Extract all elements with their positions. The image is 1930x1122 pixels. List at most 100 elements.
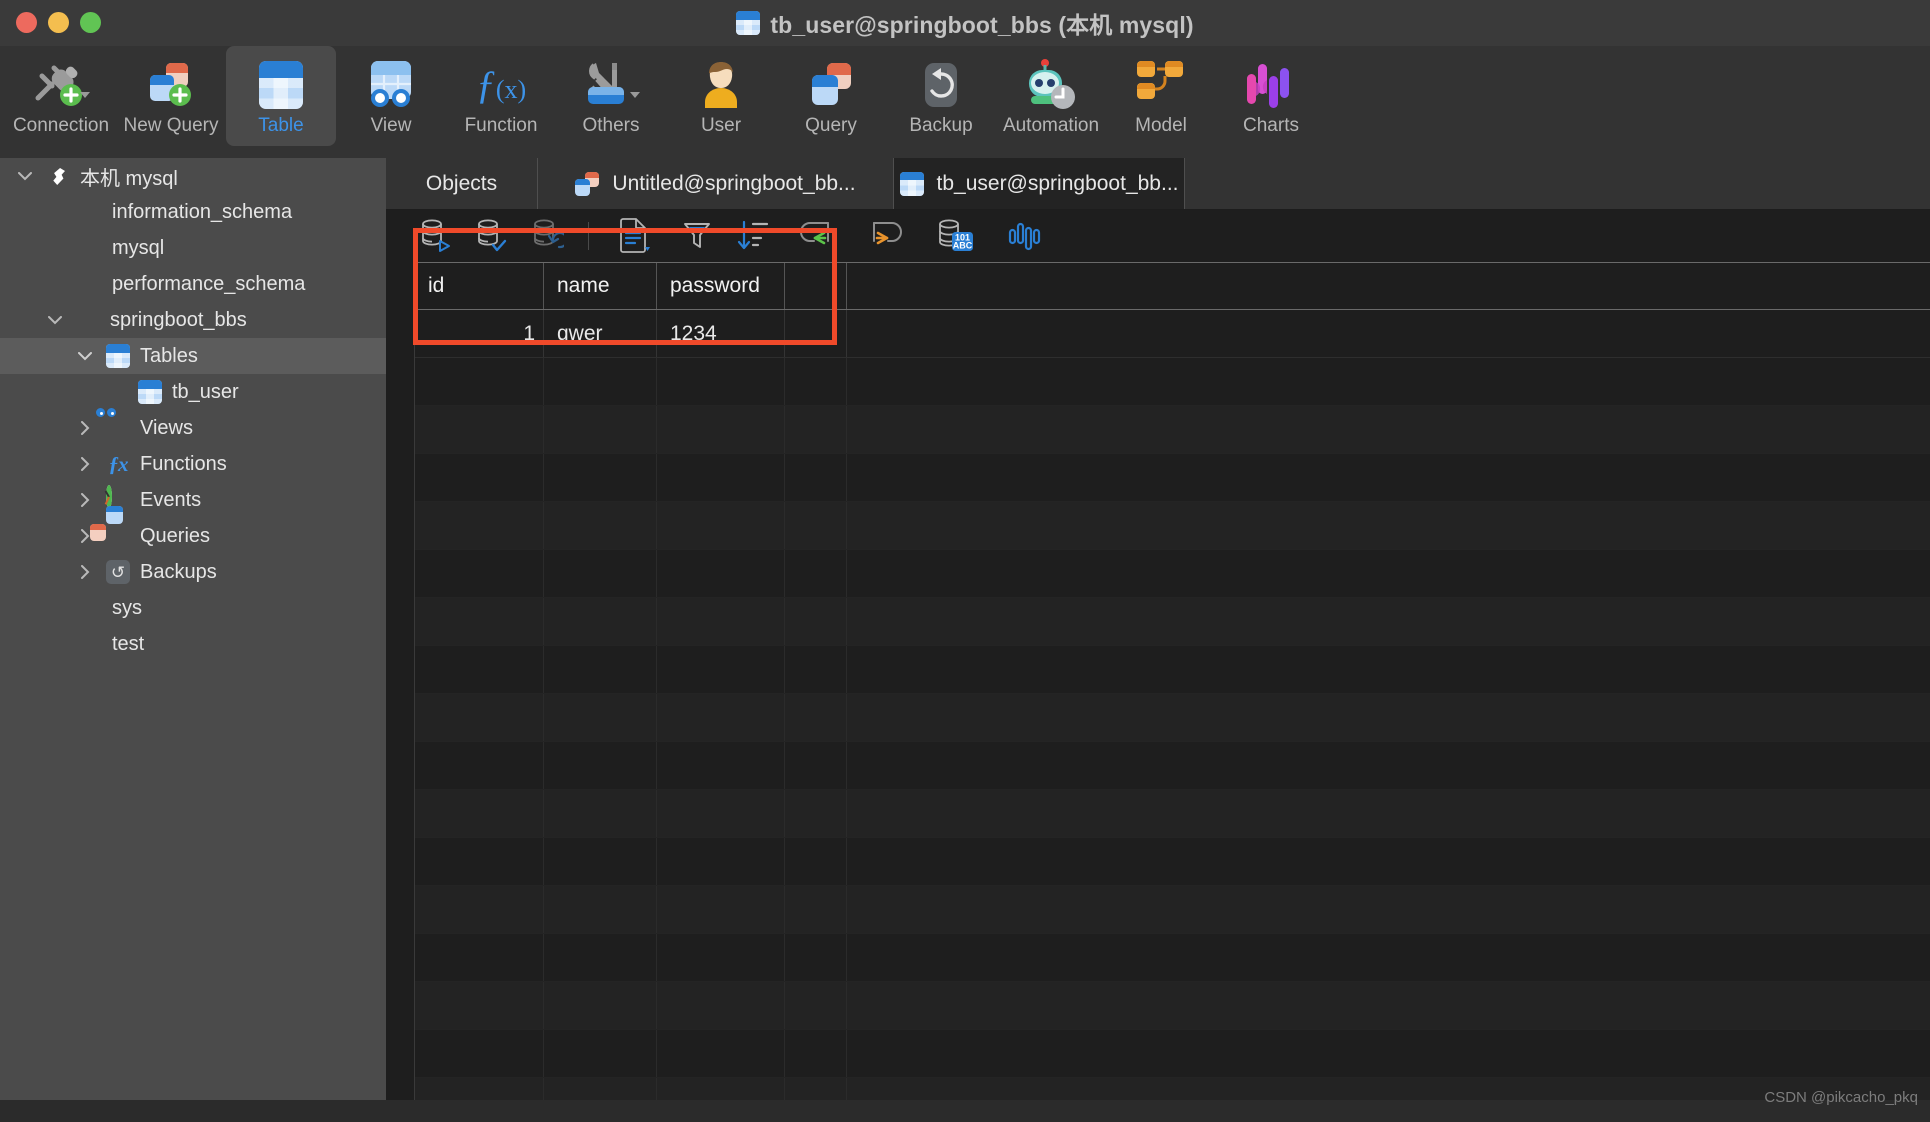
empty-cell[interactable]	[657, 1030, 785, 1077]
cell-password[interactable]: 1234	[657, 310, 785, 357]
empty-cell[interactable]	[785, 790, 847, 837]
empty-cell[interactable]	[657, 454, 785, 501]
empty-cell[interactable]	[415, 1078, 544, 1100]
toolbar-item-connection[interactable]: Connection	[6, 46, 116, 146]
chevron-right-icon[interactable]	[74, 453, 96, 475]
chevron-right-icon[interactable]	[74, 417, 96, 439]
cell-id[interactable]: 1	[415, 310, 544, 357]
empty-cell[interactable]	[544, 502, 657, 549]
toolbar-item-others[interactable]: Others	[556, 46, 666, 146]
empty-cell[interactable]	[415, 550, 544, 597]
empty-table-row[interactable]	[415, 598, 1930, 646]
tab-tb-user[interactable]: tb_user@springboot_bb...	[894, 158, 1185, 209]
column-header-password[interactable]: password	[657, 263, 785, 309]
sidebar-item-backups[interactable]: ↺ Backups	[0, 554, 386, 590]
sort-button[interactable]	[725, 214, 781, 258]
empty-cell[interactable]	[544, 1078, 657, 1100]
empty-cell[interactable]	[415, 982, 544, 1029]
empty-cell[interactable]	[785, 502, 847, 549]
rollback-button[interactable]	[520, 214, 576, 258]
empty-cell[interactable]	[415, 358, 544, 405]
zoom-button[interactable]	[80, 12, 101, 33]
empty-table-row[interactable]	[415, 694, 1930, 742]
empty-cell[interactable]	[785, 838, 847, 885]
empty-cell[interactable]	[657, 790, 785, 837]
empty-table-row[interactable]	[415, 502, 1930, 550]
empty-cell[interactable]	[657, 886, 785, 933]
empty-cell[interactable]	[657, 742, 785, 789]
sidebar-item-test[interactable]: test	[0, 626, 386, 662]
empty-table-row[interactable]	[415, 790, 1930, 838]
empty-cell[interactable]	[544, 694, 657, 741]
filter-button[interactable]	[669, 214, 725, 258]
empty-cell[interactable]	[544, 550, 657, 597]
empty-cell[interactable]	[657, 982, 785, 1029]
empty-cell[interactable]	[415, 454, 544, 501]
empty-cell[interactable]	[657, 838, 785, 885]
toolbar-item-table[interactable]: Table	[226, 46, 336, 146]
empty-cell[interactable]	[415, 406, 544, 453]
empty-table-row[interactable]	[415, 886, 1930, 934]
toolbar-item-new-query[interactable]: New Query	[116, 46, 226, 146]
empty-cell[interactable]	[415, 502, 544, 549]
form-view-button[interactable]	[601, 214, 669, 258]
sidebar-item-events[interactable]: Events	[0, 482, 386, 518]
sidebar-item-mysql[interactable]: mysql	[0, 230, 386, 266]
empty-cell[interactable]	[415, 742, 544, 789]
data-grid[interactable]: id name password 1 qwer 1234	[386, 262, 1930, 1100]
chevron-down-icon[interactable]	[80, 92, 90, 98]
empty-table-row[interactable]	[415, 646, 1930, 694]
tab-untitled-query[interactable]: Untitled@springboot_bb...	[538, 158, 894, 209]
empty-cell[interactable]	[785, 454, 847, 501]
begin-transaction-button[interactable]	[408, 214, 464, 258]
empty-cell[interactable]	[415, 886, 544, 933]
sidebar-item-functions[interactable]: ƒx Functions	[0, 446, 386, 482]
empty-cell[interactable]	[657, 694, 785, 741]
empty-cell[interactable]	[544, 934, 657, 981]
commit-button[interactable]	[464, 214, 520, 258]
empty-cell[interactable]	[544, 742, 657, 789]
chevron-down-icon[interactable]	[44, 309, 66, 331]
empty-cell[interactable]	[544, 598, 657, 645]
empty-cell[interactable]	[657, 406, 785, 453]
column-header-extra[interactable]	[785, 263, 847, 309]
sidebar-item-springboot-bbs[interactable]: springboot_bbs	[0, 302, 386, 338]
sidebar-item-information-schema[interactable]: information_schema	[0, 194, 386, 230]
empty-cell[interactable]	[415, 790, 544, 837]
empty-cell[interactable]	[544, 358, 657, 405]
cell-extra[interactable]	[785, 310, 847, 357]
sidebar-item-connection[interactable]: 本机 mysql	[0, 158, 386, 194]
empty-cell[interactable]	[785, 598, 847, 645]
empty-cell[interactable]	[415, 646, 544, 693]
sidebar-item-sys[interactable]: sys	[0, 590, 386, 626]
toolbar-item-user[interactable]: User	[666, 46, 776, 146]
empty-table-row[interactable]	[415, 982, 1930, 1030]
empty-cell[interactable]	[544, 1030, 657, 1077]
empty-cell[interactable]	[785, 934, 847, 981]
empty-table-row[interactable]	[415, 550, 1930, 598]
empty-table-row[interactable]	[415, 1030, 1930, 1078]
sidebar-item-tables[interactable]: Tables	[0, 338, 386, 374]
chevron-down-icon[interactable]	[630, 92, 640, 98]
empty-cell[interactable]	[785, 1078, 847, 1100]
column-header-id[interactable]: id	[415, 263, 544, 309]
empty-table-row[interactable]	[415, 838, 1930, 886]
empty-cell[interactable]	[657, 1078, 785, 1100]
empty-cell[interactable]	[657, 934, 785, 981]
empty-cell[interactable]	[544, 982, 657, 1029]
chevron-right-icon[interactable]	[74, 561, 96, 583]
empty-cell[interactable]	[785, 886, 847, 933]
cell-name[interactable]: qwer	[544, 310, 657, 357]
empty-table-row[interactable]	[415, 934, 1930, 982]
empty-cell[interactable]	[415, 694, 544, 741]
chart-button[interactable]	[991, 214, 1061, 258]
empty-cell[interactable]	[544, 838, 657, 885]
chevron-down-icon[interactable]	[74, 345, 96, 367]
empty-cell[interactable]	[785, 646, 847, 693]
empty-cell[interactable]	[415, 838, 544, 885]
empty-cell[interactable]	[657, 358, 785, 405]
chevron-down-icon[interactable]	[14, 165, 36, 187]
toolbar-item-backup[interactable]: Backup	[886, 46, 996, 146]
empty-cell[interactable]	[415, 598, 544, 645]
empty-cell[interactable]	[785, 406, 847, 453]
